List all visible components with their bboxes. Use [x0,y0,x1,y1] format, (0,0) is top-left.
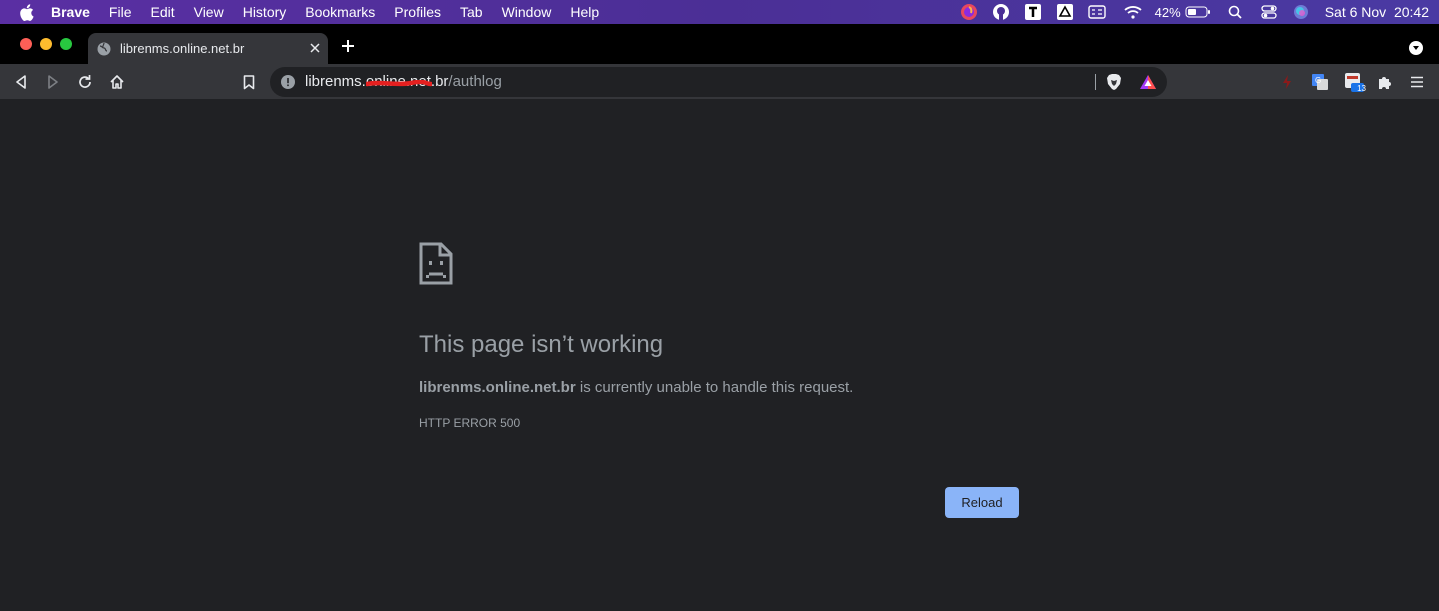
new-tab-plus-icon[interactable] [340,38,356,54]
url-path: /authlog [448,73,502,90]
apple-logo-icon[interactable] [17,3,35,21]
globe-icon [97,42,111,56]
forward-arrow-icon[interactable] [43,72,63,92]
address-bar-divider [1095,74,1096,90]
reload-icon[interactable] [75,72,95,92]
google-translate-icon[interactable]: G [1310,72,1330,92]
window-close-button[interactable] [20,38,32,50]
bookmark-icon[interactable] [239,72,259,92]
brave-rewards-triangle-icon[interactable] [1139,73,1157,91]
hamburger-menu-icon[interactable] [1407,72,1427,92]
brave-shields-icon[interactable] [1106,73,1122,91]
menu-help[interactable]: Help [570,0,599,24]
wifi-icon[interactable] [1123,3,1143,21]
window-minimize-button[interactable] [40,38,52,50]
back-arrow-icon[interactable] [11,72,31,92]
menu-bar-status-area: 42% Sat 6 Nov 20:42 [947,0,1439,24]
menu-bar-clock[interactable]: Sat 6 Nov 20:42 [1325,4,1429,20]
menu-bookmarks[interactable]: Bookmarks [305,0,375,24]
tab-search-chevron-down-icon[interactable] [1409,41,1423,55]
macos-menu-bar: Brave File Edit View History Bookmarks P… [0,0,1439,24]
menu-history[interactable]: History [243,0,287,24]
error-page: This page isn’t working librenms.online.… [0,101,1439,611]
puzzle-icon[interactable] [1375,72,1395,92]
menu-profiles[interactable]: Profiles [394,0,441,24]
home-icon[interactable] [107,72,127,92]
typora-icon[interactable] [1023,3,1043,21]
menu-edit[interactable]: Edit [150,0,174,24]
site-info-icon[interactable] [280,74,296,90]
menu-brave[interactable]: Brave [51,0,90,24]
url-redaction-mark [364,74,434,87]
tag-extension-icon[interactable] [1277,72,1297,92]
tab-strip: librenms.online.net.br [0,24,1439,64]
reload-button[interactable]: Reload [945,487,1019,518]
keyboard-icon[interactable] [1087,3,1107,21]
tab-close-icon[interactable] [308,41,322,55]
menu-window[interactable]: Window [502,0,552,24]
battery-percentage: 42% [1154,4,1181,20]
error-heading: This page isn’t working [419,331,664,358]
control-center-icon[interactable] [1259,3,1279,21]
siri-icon[interactable] [1291,3,1311,21]
battery-icon[interactable] [1185,3,1211,21]
firefox-icon[interactable] [959,3,979,21]
svg-text:G: G [1315,76,1321,85]
menu-tab[interactable]: Tab [460,0,483,24]
extension-badge-count: 13 [1357,84,1366,93]
browser-toolbar: librenms.online.net.br/authlog G 13 [0,64,1439,100]
calendar-extension-icon[interactable]: 13 [1344,72,1366,93]
error-message: is currently unable to handle this reque… [575,379,854,396]
address-bar[interactable]: librenms.online.net.br/authlog [270,67,1167,97]
spotlight-icon[interactable] [1225,3,1245,21]
error-detail: librenms.online.net.br is currently unab… [419,379,853,396]
error-host: librenms.online.net.br [419,379,576,396]
google-drive-icon[interactable] [1055,3,1075,21]
menu-file[interactable]: File [109,0,132,24]
error-code: HTTP ERROR 500 [419,416,521,430]
github-icon[interactable] [991,3,1011,21]
sad-page-icon [419,242,453,285]
window-zoom-button[interactable] [60,38,72,50]
tab-title: librenms.online.net.br [120,41,245,56]
tab-librenms[interactable]: librenms.online.net.br [88,33,328,64]
menu-view[interactable]: View [194,0,224,24]
